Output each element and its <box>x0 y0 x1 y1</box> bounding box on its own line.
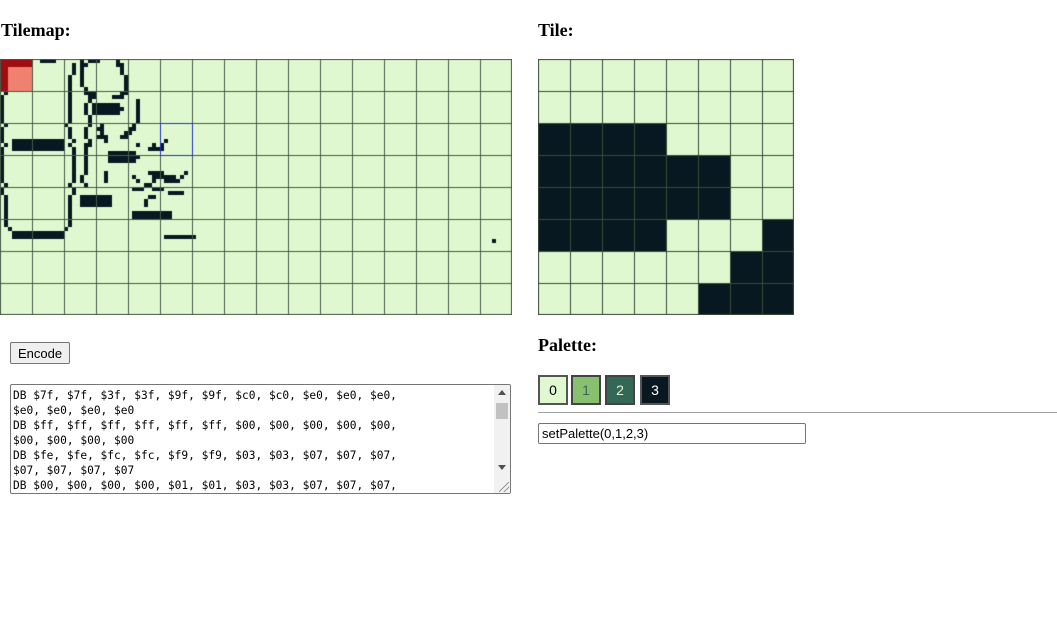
divider <box>538 412 1057 413</box>
tilemap-heading: Tilemap: <box>1 20 71 40</box>
encoded-output-textarea[interactable]: DB $7f, $7f, $3f, $3f, $9f, $9f, $c0, $c… <box>10 384 511 494</box>
tile-editor-canvas[interactable] <box>538 59 794 315</box>
palette-color-2-button[interactable]: 2 <box>605 375 635 405</box>
tilemap-canvas[interactable] <box>0 59 512 315</box>
encode-button[interactable]: Encode <box>10 342 71 364</box>
palette-color-0-button[interactable]: 0 <box>538 375 568 405</box>
scroll-up-icon[interactable] <box>498 390 506 395</box>
output-scrollbar[interactable] <box>494 385 510 493</box>
encoded-output-text: DB $7f, $7f, $3f, $3f, $9f, $9f, $c0, $c… <box>13 389 397 492</box>
scrollbar-thumb[interactable] <box>496 403 508 419</box>
command-input[interactable] <box>538 423 806 444</box>
tile-heading: Tile: <box>538 20 574 40</box>
palette-heading: Palette: <box>538 335 597 355</box>
scroll-down-icon[interactable] <box>498 465 506 470</box>
palette-color-3-button[interactable]: 3 <box>640 375 670 405</box>
resize-grip-icon[interactable] <box>499 482 509 492</box>
palette-color-1-button[interactable]: 1 <box>571 375 601 405</box>
